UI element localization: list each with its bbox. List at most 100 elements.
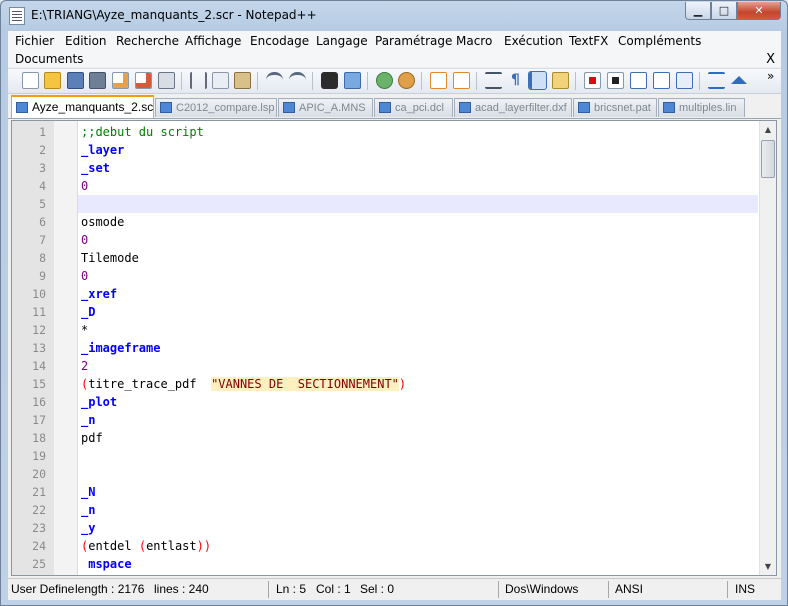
editor-pane[interactable]: ;;debut du script _layer _set 0 osmode 0 Tilem… [11,120,777,576]
menu-fichier[interactable]: Fichier [15,34,54,48]
code-line[interactable]: 0 [78,231,758,249]
menu-documents[interactable]: Documents [15,52,83,66]
redo-icon[interactable] [289,72,306,89]
code-line[interactable] [78,195,758,213]
tab-ayze-manquants[interactable]: Ayze_manquants_2.scr [11,95,154,118]
code-line[interactable] [78,447,758,465]
line-number: 5 [39,197,46,211]
indent-guide-icon[interactable] [528,71,547,90]
tab-bricsnet[interactable]: bricsnet.pat [573,98,657,117]
code-line[interactable]: _D [78,303,758,321]
close-icon[interactable] [112,72,129,89]
new-file-icon[interactable] [22,72,39,89]
file-icon [379,102,391,113]
menu-execution[interactable]: Exécution [504,34,563,48]
code-area[interactable]: ;;debut du script _layer _set 0 osmode 0 Tilem… [78,121,758,575]
sync-vertical-icon[interactable] [430,72,447,89]
code-line[interactable]: _plot [78,393,758,411]
menu-affichage[interactable]: Affichage [185,34,241,48]
fold-margin[interactable] [54,121,78,575]
cut-icon[interactable] [190,72,207,89]
scroll-up-icon[interactable]: ▲ [760,121,776,138]
code-line-text: _plot [81,395,118,409]
code-line[interactable]: 0 [78,177,758,195]
tab-acad-layerfilter[interactable]: acad_layerfilter.dxf [454,98,572,117]
undo-icon[interactable] [266,72,283,89]
tab-ca-pci[interactable]: ca_pci.dcl [374,98,453,117]
copy-icon[interactable] [212,72,229,89]
paste-icon[interactable] [234,72,251,89]
code-line[interactable]: _imageframe [78,339,758,357]
replace-icon[interactable] [344,72,361,89]
up-arrow-icon[interactable] [731,76,747,84]
stop-macro-icon[interactable] [607,72,624,89]
file-icon [578,102,590,113]
menu-parametrage[interactable]: Paramétrage [375,34,452,48]
menu-textfx[interactable]: TextFX [569,34,608,48]
window-controls: ▁ □ ✕ [685,2,781,20]
save-macro-icon[interactable] [676,72,693,89]
close-all-icon[interactable] [135,72,152,89]
line-number: 8 [39,251,46,265]
record-macro-icon[interactable] [584,72,601,89]
code-line[interactable]: _layer [78,141,758,159]
menu-recherche[interactable]: Recherche [116,34,179,48]
code-line[interactable]: Tilemode [78,249,758,267]
save-all-icon[interactable] [89,72,106,89]
code-line[interactable]: ;;debut du script [78,123,758,141]
zoom-in-icon[interactable] [376,72,393,89]
line-number: 20 [32,467,46,481]
tab-apic-mns[interactable]: APIC_A.MNS [278,98,373,117]
code-line-text: (titre_trace_pdf "VANNES DE SECTIONNEMEN… [81,377,407,391]
toolbar-separator [181,72,182,90]
title-bar[interactable]: E:\TRIANG\Ayze_manquants_2.scr - Notepad… [1,1,787,31]
code-line[interactable]: 0 [78,267,758,285]
toolbar-overflow-icon[interactable]: » [767,69,774,83]
code-line[interactable]: * [78,321,758,339]
play-macro-icon[interactable] [630,72,647,89]
zoom-out-icon[interactable] [398,72,415,89]
file-icon [160,102,172,113]
minimize-button[interactable]: ▁ [685,2,711,20]
sync-horizontal-icon[interactable] [453,72,470,89]
tab-multiples[interactable]: multiples.lin [658,98,745,117]
print-icon[interactable] [158,72,175,89]
menu-complements[interactable]: Compléments [618,34,701,48]
code-line[interactable]: osmode [78,213,758,231]
code-line[interactable]: _xref [78,285,758,303]
code-line[interactable]: 2 [78,357,758,375]
word-wrap-icon[interactable] [485,72,502,89]
code-line-text: _D [81,305,96,319]
menu-edition[interactable]: Edition [65,34,107,48]
show-all-chars-icon[interactable]: ¶ [507,72,524,89]
code-line[interactable]: _n [78,411,758,429]
menu-langage[interactable]: Langage [316,34,368,48]
code-line[interactable] [78,465,758,483]
code-line[interactable]: mspace [78,555,758,573]
scroll-down-icon[interactable]: ▼ [760,558,776,575]
tab-c2012-compare[interactable]: C2012_compare.lsp [155,98,277,117]
menu-encodage[interactable]: Encodage [250,34,309,48]
open-file-icon[interactable] [44,72,61,89]
code-line[interactable]: _n [78,501,758,519]
scrollbar-thumb[interactable] [761,140,775,178]
save-icon[interactable] [67,72,84,89]
vertical-scrollbar[interactable]: ▲ ▼ [759,121,776,575]
code-line[interactable]: (titre_trace_pdf "VANNES DE SECTIONNEMEN… [78,375,758,393]
code-line[interactable]: _y [78,519,758,537]
menu-close-doc-button[interactable]: X [766,52,775,67]
code-line[interactable]: (entdel (entlast)) [78,537,758,555]
line-number: 3 [39,161,46,175]
udl-panel-icon[interactable] [552,72,569,89]
code-line[interactable]: pdf [78,429,758,447]
status-ln: Ln : 5 [276,582,307,596]
run-macro-multiple-icon[interactable] [653,72,670,89]
maximize-button[interactable]: □ [711,2,737,20]
code-line[interactable]: _N [78,483,758,501]
code-line[interactable]: _set [78,159,758,177]
menu-macro[interactable]: Macro [456,34,492,48]
toolbar: ¶ » [8,68,781,94]
trim-icon[interactable] [708,72,725,89]
find-icon[interactable] [321,72,338,89]
close-button[interactable]: ✕ [737,2,781,20]
